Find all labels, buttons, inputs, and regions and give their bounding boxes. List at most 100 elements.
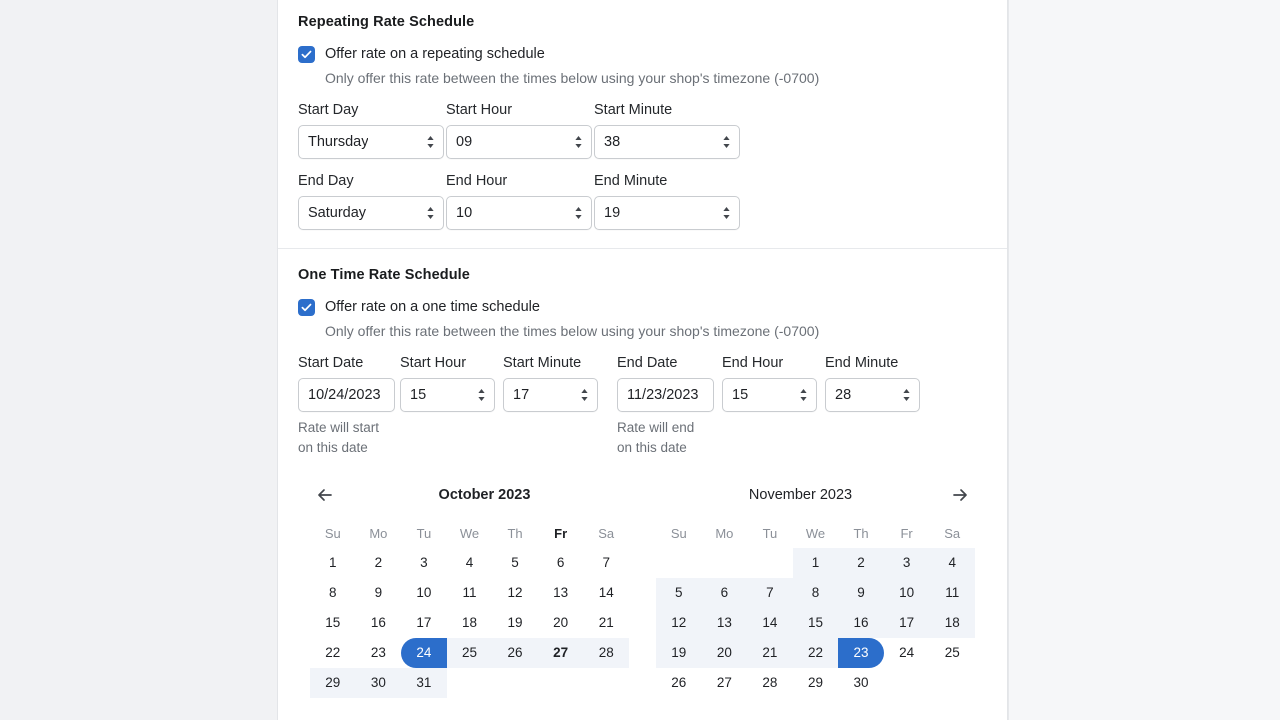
- calendar-day-cell[interactable]: 18: [447, 608, 493, 638]
- start-date-input[interactable]: 10/24/2023: [298, 378, 395, 412]
- calendar-day-cell[interactable]: 29: [310, 668, 356, 698]
- calendar-day-cell[interactable]: 28: [583, 638, 629, 668]
- calendar-day-cell[interactable]: 23: [838, 638, 884, 668]
- calendar-day-cell[interactable]: 16: [356, 608, 402, 638]
- calendar-day-cell[interactable]: 7: [747, 578, 793, 608]
- onetime-start-hour-select[interactable]: 15: [400, 378, 495, 412]
- start-day-select[interactable]: Thursday: [298, 125, 444, 159]
- calendar-day-cell[interactable]: 27: [702, 668, 748, 698]
- calendar-day-cell[interactable]: 3: [883, 548, 930, 578]
- prev-month-button[interactable]: [310, 480, 340, 510]
- calendar-day-cell[interactable]: 6: [701, 578, 748, 608]
- weekday-label: Su: [324, 526, 341, 541]
- calendar-day-cell[interactable]: 11: [929, 578, 975, 608]
- field-value: Saturday: [308, 205, 367, 221]
- calendar-day-cell[interactable]: 6: [538, 548, 584, 578]
- calendar-day-cell[interactable]: 8: [792, 578, 839, 608]
- field-label: Start Hour: [400, 355, 467, 371]
- calendar-day-cell[interactable]: 18: [929, 608, 975, 638]
- start-hour-select[interactable]: 09: [446, 125, 592, 159]
- calendar-day-cell[interactable]: 10: [401, 578, 447, 608]
- field-label: Start Hour: [446, 102, 513, 118]
- repeating-schedule-checkbox[interactable]: [298, 46, 315, 63]
- calendar-day-cell[interactable]: 28: [747, 668, 793, 698]
- calendar-day-cell[interactable]: 25: [446, 638, 493, 668]
- end-date-input[interactable]: 11/23/2023: [617, 378, 714, 412]
- field-value: 09: [456, 134, 473, 150]
- end-minute-select[interactable]: 19: [594, 196, 740, 230]
- calendar-day-cell[interactable]: 10: [883, 578, 930, 608]
- calendar-day-cell[interactable]: 22: [792, 638, 839, 668]
- calendar-day-cell[interactable]: 30: [838, 668, 884, 698]
- calendar-day-cell[interactable]: 5: [656, 578, 702, 608]
- calendar-day-cell[interactable]: 24: [401, 638, 447, 668]
- calendar-day-cell[interactable]: 4: [447, 548, 493, 578]
- calendar-day-cell[interactable]: 14: [583, 578, 629, 608]
- onetime-schedule-checkbox[interactable]: [298, 299, 315, 316]
- start-minute-select[interactable]: 38: [594, 125, 740, 159]
- calendar-day-cell[interactable]: 29: [793, 668, 839, 698]
- calendar-day-cell[interactable]: 21: [747, 638, 793, 668]
- calendar-day-cell[interactable]: 12: [656, 608, 702, 638]
- calendar-day-cell[interactable]: 4: [929, 548, 975, 578]
- field-value: 10/24/2023: [308, 387, 381, 403]
- calendar-day-cell[interactable]: 16: [838, 608, 884, 638]
- field-onetime-end-minute: End Minute 28: [825, 355, 920, 458]
- end-day-select[interactable]: Saturday: [298, 196, 444, 230]
- calendar-day-cell[interactable]: 20: [538, 608, 584, 638]
- calendar-month-title-1: October 2023: [438, 487, 531, 503]
- calendar-day-cell[interactable]: 13: [701, 608, 748, 638]
- onetime-start-minute-select[interactable]: 17: [503, 378, 598, 412]
- calendar-day-cell[interactable]: 11: [447, 578, 493, 608]
- field-end-minute: End Minute 19: [594, 173, 740, 230]
- calendar-day-cell[interactable]: 27: [537, 638, 584, 668]
- calendar-day-cell[interactable]: 22: [310, 638, 356, 668]
- end-hour-select[interactable]: 10: [446, 196, 592, 230]
- calendar-day-cell[interactable]: 13: [538, 578, 584, 608]
- field-start-minute: Start Minute 38: [594, 102, 740, 159]
- calendar-day-cell[interactable]: 2: [838, 548, 884, 578]
- field-value: 38: [604, 134, 621, 150]
- calendar-day-cell[interactable]: 25: [929, 638, 975, 668]
- spinner-arrows-icon: [427, 207, 434, 219]
- calendar-day-cell[interactable]: 15: [792, 608, 839, 638]
- calendar-day-cell[interactable]: 7: [583, 548, 629, 578]
- one-time-rate-schedule-section: One Time Rate Schedule Offer rate on a o…: [278, 249, 1007, 698]
- calendar-day-cell[interactable]: 30: [355, 668, 402, 698]
- calendar-day-cell[interactable]: 23: [356, 638, 402, 668]
- calendar-day-cell[interactable]: 21: [583, 608, 629, 638]
- calendar-day-cell[interactable]: 19: [656, 638, 702, 668]
- next-month-button[interactable]: [945, 480, 975, 510]
- calendar-day-cell[interactable]: 2: [356, 548, 402, 578]
- calendar-day-cell[interactable]: 15: [310, 608, 356, 638]
- calendar-day-cell[interactable]: 17: [883, 608, 930, 638]
- calendar-day-cell[interactable]: 1: [792, 548, 839, 578]
- right-side-panel: [1008, 0, 1280, 720]
- calendar-day-cell[interactable]: 26: [656, 668, 702, 698]
- calendar-day-cell[interactable]: 24: [884, 638, 930, 668]
- calendar-day-cell[interactable]: 19: [492, 608, 538, 638]
- calendar-day-cell[interactable]: 14: [747, 608, 793, 638]
- field-end-hour: End Hour 10: [446, 173, 592, 230]
- day-grid: 1 2 3 4 5 6 7 8 9 10 11 12 13 14 15 16 17 18 19 20 21 22 23 24 2…: [310, 548, 629, 698]
- calendar-day-cell[interactable]: 12: [492, 578, 538, 608]
- field-label: End Day: [298, 173, 354, 189]
- calendar-day-cell[interactable]: 20: [701, 638, 748, 668]
- onetime-end-minute-select[interactable]: 28: [825, 378, 920, 412]
- calendar-day-cell[interactable]: 26: [492, 638, 538, 668]
- field-label: End Hour: [722, 355, 784, 371]
- calendar-day-cell[interactable]: 9: [356, 578, 402, 608]
- field-value: 19: [604, 205, 621, 221]
- onetime-end-hour-select[interactable]: 15: [722, 378, 817, 412]
- field-end-date: End Date 11/23/2023 Rate will end on thi…: [617, 355, 714, 458]
- calendar-day-cell[interactable]: 5: [492, 548, 538, 578]
- field-start-date: Start Date 10/24/2023 Rate will start on…: [298, 355, 395, 458]
- onetime-helper-text: Only offer this rate between the times b…: [325, 323, 820, 339]
- calendar-day-cell[interactable]: 17: [401, 608, 447, 638]
- calendar-day-cell[interactable]: 3: [401, 548, 447, 578]
- calendar-day-cell[interactable]: 8: [310, 578, 356, 608]
- calendar-day-cell[interactable]: 31: [401, 668, 447, 698]
- calendar-day-cell[interactable]: 9: [838, 578, 884, 608]
- weekday-label: Th: [507, 526, 523, 541]
- calendar-day-cell[interactable]: 1: [310, 548, 356, 578]
